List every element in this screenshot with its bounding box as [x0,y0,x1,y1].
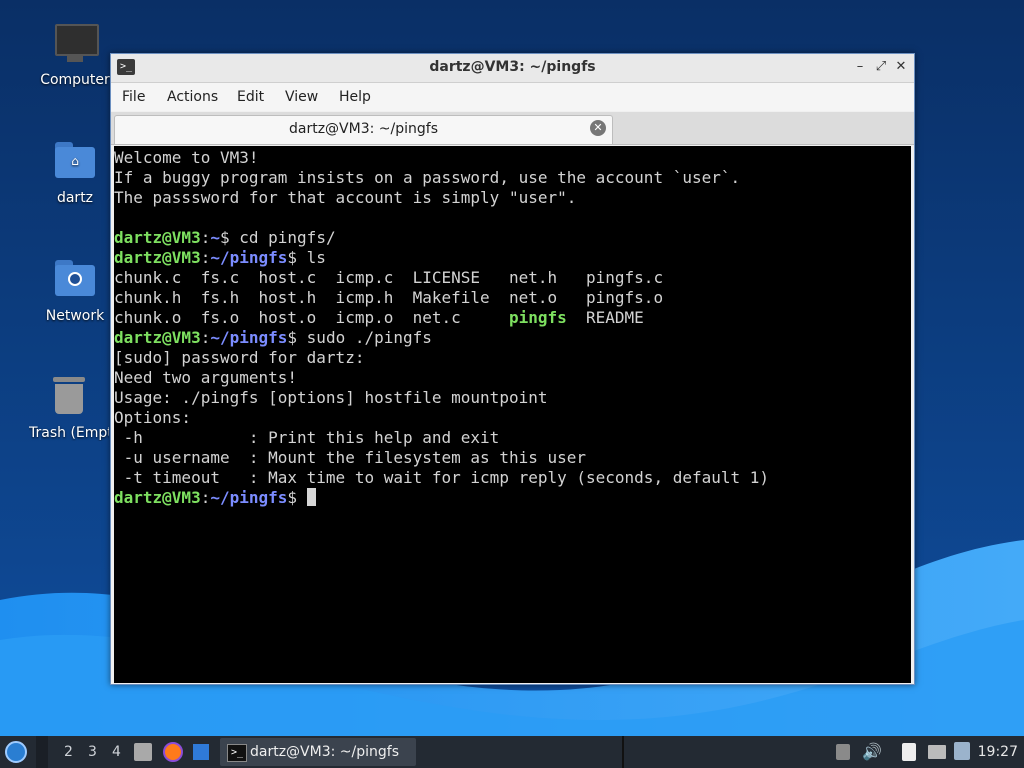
update-icon[interactable] [954,742,970,760]
terminal-window: >_ dartz@VM3: ~/pingfs – ⤢ ✕ File Action… [110,53,915,685]
prompt-colon: : [200,248,211,267]
taskbar-separator [622,736,624,768]
menu-actions[interactable]: Actions [167,89,218,105]
workspace-2[interactable]: 2 [64,744,73,760]
desktop-icon-label: dartz [56,190,94,206]
taskbar: 2 3 4 >_ dartz@VM3: ~/pingfs 🔊 19:27 [0,736,1024,768]
prompt-command: $ [287,488,307,507]
volume-icon[interactable]: 🔊 [862,742,882,761]
prompt-user: dartz@VM3 [114,228,201,247]
taskbar-item-terminal[interactable]: >_ dartz@VM3: ~/pingfs [220,738,416,766]
terminal-line: Welcome to VM3! [114,148,259,167]
workspace-1-active[interactable] [36,736,48,768]
terminal-line: -h : Print this help and exit [114,428,500,447]
menu-view[interactable]: View [285,89,318,105]
notification-icon[interactable] [836,744,850,760]
clipboard-icon[interactable] [902,743,916,761]
terminal-line: dartz@VM3:~/pingfs$ [114,488,911,508]
executable-file: pingfs [508,308,567,327]
workspace-3[interactable]: 3 [88,744,97,760]
desktop-icon-computer[interactable]: Computer [29,22,121,88]
desktop-icon-dartz[interactable]: ⌂ dartz [29,140,121,206]
desktop-icon-label: Network [45,308,105,324]
prompt-colon: : [200,228,211,247]
prompt-user: dartz@VM3 [114,328,201,347]
prompt-user: dartz@VM3 [114,248,201,267]
tab-title: dartz@VM3: ~/pingfs [289,121,438,137]
terminal-line: dartz@VM3:~/pingfs$ ls [114,248,911,268]
terminal-line: chunk.o fs.o host.o icmp.o net.c pingfs … [114,308,911,328]
prompt-command: $ cd pingfs/ [219,228,336,247]
network-folder-icon [53,258,97,302]
text-cursor [306,488,316,506]
menu-edit[interactable]: Edit [237,89,264,105]
prompt-path: ~/pingfs [210,248,288,267]
workspace-4[interactable]: 4 [112,744,121,760]
terminal-line: Need two arguments! [114,368,298,387]
window-titlebar[interactable]: >_ dartz@VM3: ~/pingfs – ⤢ ✕ [111,54,914,83]
terminal-line: chunk.h fs.h host.h icmp.h Makefile net.… [114,288,664,307]
tab-bar: dartz@VM3: ~/pingfs ✕ [111,112,914,145]
firefox-icon[interactable] [163,742,183,762]
ls-output: chunk.o fs.o host.o icmp.o net.c [114,308,509,327]
tab-terminal[interactable]: dartz@VM3: ~/pingfs ✕ [114,115,613,144]
tab-close-icon[interactable]: ✕ [590,120,606,136]
maximize-icon[interactable]: ⤢ [872,58,890,76]
terminal-app-icon: >_ [227,744,247,762]
clock: 19:27 [977,744,1018,760]
menu-bar: File Actions Edit View Help [111,83,914,111]
menu-file[interactable]: File [122,89,145,105]
terminal-line: -u username : Mount the filesystem as th… [114,448,587,467]
prompt-colon: : [200,488,211,507]
terminal-line: The passsword for that account is simply… [114,188,577,207]
desktop-icon-label: Trash (Empty) [29,425,109,441]
prompt-command: $ sudo ./pingfs [287,328,432,347]
prompt-path: ~ [210,228,220,247]
network-status-icon[interactable] [928,745,946,759]
show-desktop-icon[interactable] [193,744,209,760]
terminal-line: Options: [114,408,192,427]
file-manager-icon[interactable] [134,743,152,761]
desktop-icon-trash[interactable]: Trash (Empty) [29,375,109,441]
terminal-line: If a buggy program insists on a password… [114,168,741,187]
trash-icon [47,375,91,419]
close-icon[interactable]: ✕ [892,58,910,76]
window-title: dartz@VM3: ~/pingfs [429,59,596,75]
minimize-icon[interactable]: – [851,58,869,76]
menu-help[interactable]: Help [339,89,371,105]
terminal-line: [sudo] password for dartz: [114,348,365,367]
terminal-line: dartz@VM3:~/pingfs$ sudo ./pingfs [114,328,911,348]
terminal-line: chunk.c fs.c host.c icmp.c LICENSE net.h… [114,268,664,287]
terminal-line: -t timeout : Max time to wait for icmp r… [114,468,770,487]
home-folder-icon: ⌂ [53,140,97,184]
terminal-line: Usage: ./pingfs [options] hostfile mount… [114,388,548,407]
ls-output: README [566,308,644,327]
terminal-line: dartz@VM3:~$ cd pingfs/ [114,228,911,248]
prompt-path: ~/pingfs [210,328,288,347]
monitor-icon [53,22,99,66]
desktop-icon-network[interactable]: Network [29,258,121,324]
desktop-icon-label: Computer [40,72,110,88]
prompt-colon: : [200,328,211,347]
prompt-user: dartz@VM3 [114,488,201,507]
prompt-path: ~/pingfs [210,488,288,507]
prompt-command: $ ls [287,248,326,267]
app-menu-icon[interactable] [4,740,30,764]
taskbar-item-label: dartz@VM3: ~/pingfs [250,744,399,760]
terminal-output[interactable]: Welcome to VM3! If a buggy program insist… [114,146,911,683]
